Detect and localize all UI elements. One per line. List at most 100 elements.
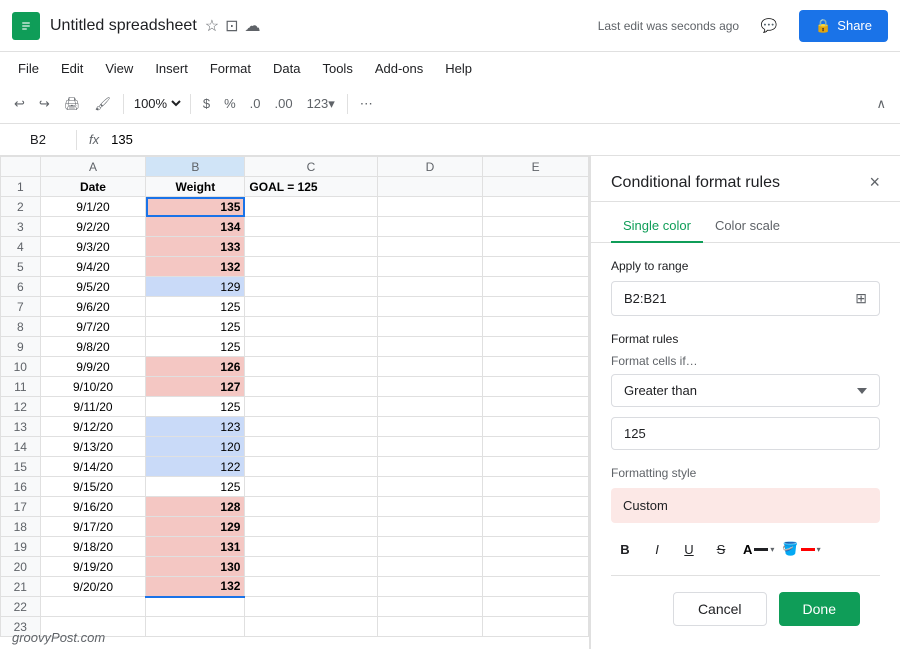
cell-e[interactable] [483, 377, 589, 397]
cell-c[interactable] [245, 557, 377, 577]
menu-help[interactable]: Help [435, 57, 482, 80]
decimal-increase-button[interactable]: .00 [268, 92, 298, 115]
cell-e[interactable] [483, 297, 589, 317]
cell-e[interactable] [483, 237, 589, 257]
cell-e[interactable] [483, 197, 589, 217]
cell-e[interactable] [483, 177, 589, 197]
cell-c[interactable] [245, 517, 377, 537]
star-icon[interactable]: ☆ [205, 16, 219, 36]
cell-d[interactable] [377, 477, 483, 497]
cell-b[interactable]: 120 [146, 437, 245, 457]
cell-b[interactable]: 129 [146, 517, 245, 537]
cell-c[interactable] [245, 417, 377, 437]
cell-e[interactable] [483, 317, 589, 337]
more-tools-button[interactable]: ⋯ [354, 92, 379, 116]
cell-d[interactable] [377, 457, 483, 477]
cell-c[interactable] [245, 317, 377, 337]
cell-e[interactable] [483, 577, 589, 597]
underline-button[interactable]: U [675, 535, 703, 563]
cell-a[interactable]: 9/1/20 [40, 197, 146, 217]
menu-file[interactable]: File [8, 57, 49, 80]
cell-a[interactable]: 9/15/20 [40, 477, 146, 497]
decimal-decrease-button[interactable]: .0 [244, 92, 267, 115]
menu-data[interactable]: Data [263, 57, 310, 80]
formula-input[interactable] [111, 132, 892, 147]
cell-a[interactable]: 9/11/20 [40, 397, 146, 417]
cell-a[interactable]: 9/2/20 [40, 217, 146, 237]
cell-c[interactable] [245, 437, 377, 457]
cell-c[interactable] [245, 197, 377, 217]
cell-c[interactable] [245, 237, 377, 257]
panel-close-button[interactable]: × [869, 172, 880, 193]
cell-b[interactable]: 129 [146, 277, 245, 297]
cell-e[interactable] [483, 477, 589, 497]
cell-c[interactable] [245, 537, 377, 557]
cell-e[interactable] [483, 337, 589, 357]
cell-c[interactable] [245, 377, 377, 397]
done-button[interactable]: Done [779, 592, 860, 626]
cell-e[interactable] [483, 437, 589, 457]
cell-d[interactable] [377, 297, 483, 317]
cell-b[interactable]: 131 [146, 537, 245, 557]
menu-addons[interactable]: Add-ons [365, 57, 433, 80]
cell-a[interactable]: 9/14/20 [40, 457, 146, 477]
cell-b[interactable]: 125 [146, 337, 245, 357]
strikethrough-button[interactable]: S [707, 535, 735, 563]
cell-c[interactable] [245, 297, 377, 317]
cell-a[interactable]: 9/3/20 [40, 237, 146, 257]
cell-a[interactable]: 9/12/20 [40, 417, 146, 437]
cell-d[interactable] [377, 577, 483, 597]
cell-d[interactable] [377, 177, 483, 197]
cell-a[interactable]: 9/20/20 [40, 577, 146, 597]
bold-button[interactable]: B [611, 535, 639, 563]
cell-reference-input[interactable] [8, 132, 68, 147]
cell-d[interactable] [377, 417, 483, 437]
cell-d[interactable] [377, 317, 483, 337]
cell-e[interactable] [483, 457, 589, 477]
cell-b[interactable]: 134 [146, 217, 245, 237]
cell-b[interactable]: 125 [146, 477, 245, 497]
cell-a[interactable]: Date [40, 177, 146, 197]
cell-d[interactable] [377, 357, 483, 377]
cell-e[interactable] [483, 257, 589, 277]
cell-d[interactable] [377, 617, 483, 637]
cell-b[interactable]: 122 [146, 457, 245, 477]
cell-e[interactable] [483, 417, 589, 437]
menu-view[interactable]: View [95, 57, 143, 80]
cell-c[interactable] [245, 457, 377, 477]
cell-d[interactable] [377, 257, 483, 277]
cell-d[interactable] [377, 197, 483, 217]
cell-b[interactable]: 130 [146, 557, 245, 577]
condition-dropdown[interactable]: Greater than Less than Equal to Not equa… [611, 374, 880, 407]
cell-b[interactable]: 132 [146, 577, 245, 597]
cell-b[interactable]: 123 [146, 417, 245, 437]
cell-e[interactable] [483, 217, 589, 237]
folder-icon[interactable]: ⊡ [225, 16, 238, 36]
cell-e[interactable] [483, 517, 589, 537]
paint-format-button[interactable]: 🖌 [88, 92, 117, 116]
currency-button[interactable]: $ [197, 92, 216, 115]
cell-e[interactable] [483, 617, 589, 637]
cell-c[interactable] [245, 497, 377, 517]
range-grid-icon[interactable]: ⊞ [855, 290, 867, 307]
col-header-d[interactable]: D [377, 157, 483, 177]
cell-e[interactable] [483, 397, 589, 417]
share-button[interactable]: 🔒 Share [799, 10, 888, 42]
cell-d[interactable] [377, 377, 483, 397]
print-button[interactable]: 🖨 [58, 92, 87, 116]
col-header-e[interactable]: E [483, 157, 589, 177]
cell-a[interactable] [40, 597, 146, 617]
cell-c[interactable] [245, 357, 377, 377]
cell-a[interactable]: 9/7/20 [40, 317, 146, 337]
cell-a[interactable]: 9/5/20 [40, 277, 146, 297]
cell-a[interactable]: 9/16/20 [40, 497, 146, 517]
cell-c[interactable] [245, 337, 377, 357]
chat-button[interactable]: 💬 [751, 8, 787, 44]
cell-b[interactable]: 125 [146, 317, 245, 337]
tab-single-color[interactable]: Single color [611, 210, 703, 243]
cell-e[interactable] [483, 277, 589, 297]
cell-b[interactable]: 128 [146, 497, 245, 517]
col-header-c[interactable]: C [245, 157, 377, 177]
cell-d[interactable] [377, 497, 483, 517]
cell-e[interactable] [483, 557, 589, 577]
